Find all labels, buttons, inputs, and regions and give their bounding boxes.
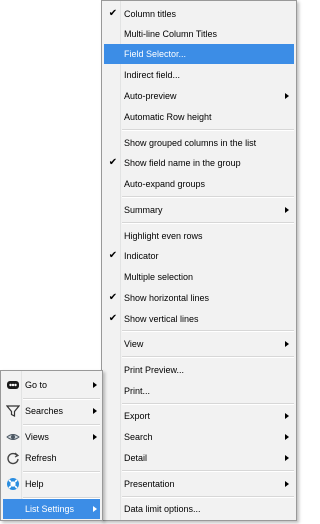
menu-item-label: Detail (124, 453, 148, 463)
menu-item-searches[interactable]: Searches (3, 401, 100, 421)
checkmark-icon: ✔ (108, 157, 118, 168)
menu-item-summary[interactable]: Summary (104, 200, 294, 220)
main-context-menu: Go to Searches Views Refresh Help List S… (0, 370, 103, 521)
submenu-arrow-icon (93, 408, 97, 414)
menu-item-label: View (124, 339, 144, 349)
menu-item-detail[interactable]: Detail (104, 448, 294, 468)
filter-funnel-icon (5, 404, 21, 418)
menu-item-auto-expand-groups[interactable]: Auto-expand groups (104, 174, 294, 194)
refresh-icon (6, 451, 20, 465)
checkmark-icon: ✔ (108, 250, 118, 261)
menu-separator (122, 496, 294, 498)
menu-separator (122, 356, 294, 358)
menu-item-search[interactable]: Search (104, 427, 294, 447)
menu-item-label: Field Selector... (124, 49, 187, 59)
submenu-arrow-icon (285, 93, 289, 99)
menu-item-highlight-even-rows[interactable]: Highlight even rows (104, 226, 294, 246)
checkmark-icon: ✔ (108, 313, 118, 324)
menu-item-multi-line-column-titles[interactable]: Multi-line Column Titles (104, 24, 294, 44)
menu-item-label: Print... (124, 386, 151, 396)
menu-item-indirect-field[interactable]: Indirect field... (104, 65, 294, 85)
submenu-arrow-icon (285, 434, 289, 440)
menu-separator (122, 403, 294, 405)
menu-item-label: Column titles (124, 9, 177, 19)
checkmark-icon: ✔ (108, 8, 118, 19)
menu-item-label: Go to (25, 380, 48, 390)
screen: ✔ Column titles Multi-line Column Titles… (0, 0, 300, 524)
menu-item-label: Automatic Row height (124, 112, 212, 122)
menu-item-label: Show horizontal lines (124, 293, 210, 303)
menu-item-label: Presentation (124, 479, 175, 489)
menu-separator (122, 196, 294, 198)
menu-item-multiple-selection[interactable]: Multiple selection (104, 267, 294, 287)
help-lifebuoy-icon (6, 477, 20, 491)
menu-separator (23, 424, 100, 426)
menu-item-label: Auto-preview (124, 91, 177, 101)
menu-item-auto-preview[interactable]: Auto-preview (104, 86, 294, 106)
menu-item-indicator[interactable]: ✔ Indicator (104, 246, 294, 266)
menu-separator (23, 398, 100, 400)
menu-item-label: Searches (25, 406, 64, 416)
menu-item-show-vertical-lines[interactable]: ✔ Show vertical lines (104, 309, 294, 329)
menu-item-label: Indicator (124, 251, 159, 261)
submenu-arrow-icon (285, 481, 289, 487)
menu-item-label: Indirect field... (124, 70, 181, 80)
submenu-arrow-icon (285, 413, 289, 419)
menu-item-label: Export (124, 411, 151, 421)
menu-item-field-selector[interactable]: Field Selector... (104, 44, 294, 64)
menu-item-column-titles[interactable]: ✔ Column titles (104, 4, 294, 24)
menu-item-label: Show field name in the group (124, 158, 241, 168)
menu-item-label: Print Preview... (124, 365, 185, 375)
checkmark-icon: ✔ (108, 292, 118, 303)
menu-item-label: Show vertical lines (124, 314, 199, 324)
submenu-arrow-icon (285, 341, 289, 347)
menu-item-go-to[interactable]: Go to (3, 375, 100, 395)
menu-item-label: Views (25, 432, 49, 442)
submenu-arrow-icon (93, 382, 97, 388)
menu-separator (122, 129, 294, 131)
menu-item-label: Multiple selection (124, 272, 194, 282)
submenu-arrow-icon (93, 434, 97, 440)
menu-item-show-field-name-in-group[interactable]: ✔ Show field name in the group (104, 153, 294, 173)
menu-item-data-limit-options[interactable]: Data limit options... (104, 499, 294, 519)
menu-item-show-grouped-columns[interactable]: Show grouped columns in the list (104, 133, 294, 153)
menu-separator (122, 222, 294, 224)
eye-views-icon (6, 430, 20, 444)
list-settings-submenu: ✔ Column titles Multi-line Column Titles… (101, 0, 297, 521)
menu-item-show-horizontal-lines[interactable]: ✔ Show horizontal lines (104, 288, 294, 308)
submenu-arrow-icon (93, 506, 97, 512)
menu-item-help[interactable]: Help (3, 474, 100, 494)
menu-item-presentation[interactable]: Presentation (104, 474, 294, 494)
menu-item-label: Multi-line Column Titles (124, 29, 218, 39)
menu-item-label: Auto-expand groups (124, 179, 206, 189)
menu-item-label: Refresh (25, 453, 57, 463)
menu-item-list-settings[interactable]: List Settings (3, 499, 100, 519)
menu-item-export[interactable]: Export (104, 406, 294, 426)
menu-item-label: Show grouped columns in the list (124, 138, 257, 148)
submenu-arrow-icon (285, 455, 289, 461)
menu-item-label: Summary (124, 205, 163, 215)
menu-item-views[interactable]: Views (3, 427, 100, 447)
menu-item-label: List Settings (25, 504, 75, 514)
goto-icon (6, 378, 20, 392)
menu-separator (122, 470, 294, 472)
menu-item-label: Highlight even rows (124, 231, 203, 241)
menu-item-print[interactable]: Print... (104, 381, 294, 401)
menu-item-view[interactable]: View (104, 334, 294, 354)
menu-item-print-preview[interactable]: Print Preview... (104, 360, 294, 380)
menu-item-automatic-row-height[interactable]: Automatic Row height (104, 107, 294, 127)
menu-item-label: Data limit options... (124, 504, 201, 514)
menu-separator (23, 471, 100, 473)
submenu-arrow-icon (285, 207, 289, 213)
menu-item-refresh[interactable]: Refresh (3, 448, 100, 468)
menu-item-label: Search (124, 432, 153, 442)
menu-separator (122, 330, 294, 332)
menu-item-label: Help (25, 479, 44, 489)
